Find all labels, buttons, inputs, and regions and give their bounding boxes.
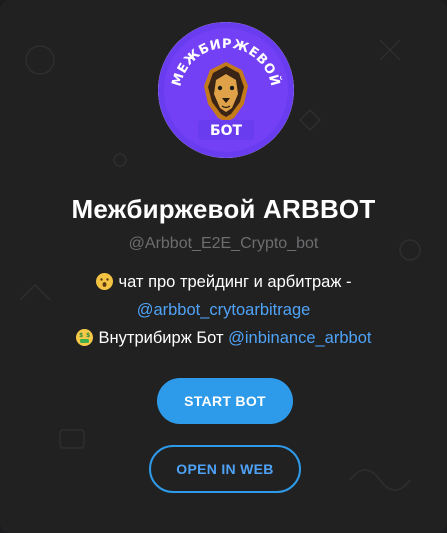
description-line-3: $ $ Внутрибирж Бот @inbinance_arbbot [20,324,427,352]
money-mouth-emoji-icon: $ $ [75,329,93,346]
channel-link[interactable]: @arbbot_crytoarbitrage [137,301,311,319]
description-text-1: чат про трейдинг и арбитраж - [118,273,352,291]
description-text-3: Внутрибирж Бот [98,329,224,347]
bot-description: чат про трейдинг и арбитраж - @arbbot_cr… [20,268,427,352]
avatar-subtitle-text: БОТ [210,123,243,139]
bot-name-title: Межбиржевой ARBBOT [71,194,376,224]
open-in-web-button[interactable]: OPEN IN WEB [149,445,301,493]
svg-text:$: $ [79,332,83,339]
start-bot-button[interactable]: START BOT [157,378,293,424]
inbinance-bot-link[interactable]: @inbinance_arbbot [228,329,371,347]
face-emoji-icon [95,273,113,290]
bot-username: @Arbbot_E2E_Crypto_bot [128,235,319,252]
svg-text:$: $ [86,332,90,339]
description-line-2: @arbbot_crytoarbitrage [20,296,427,324]
bot-preview-card: МЕЖБИРЖЕВОЙ БОТ Межбиржевой ARBBOT @Arbb… [0,0,447,533]
lion-logo-icon: МЕЖБИРЖЕВОЙ БОТ [158,22,294,158]
bot-avatar: МЕЖБИРЖЕВОЙ БОТ [158,22,294,158]
description-line-1: чат про трейдинг и арбитраж - [20,268,427,296]
